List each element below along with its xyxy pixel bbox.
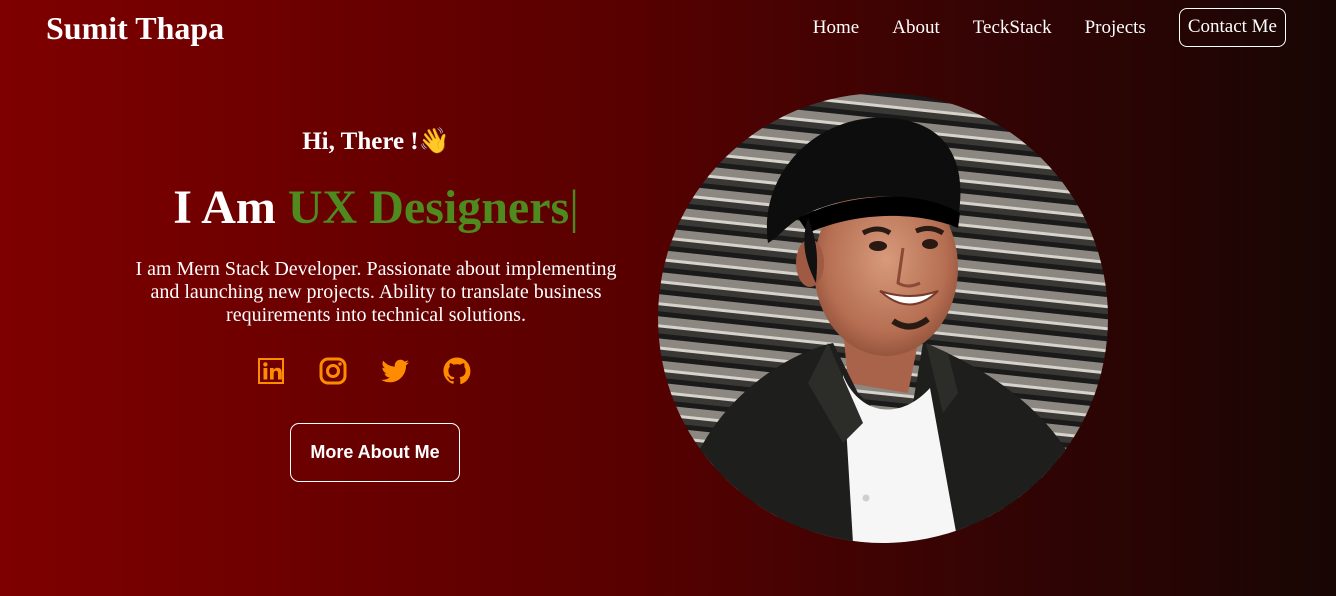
twitter-icon[interactable] [379, 355, 411, 387]
hero-intro: Hi, There !👋 I Am UX Designers| I am Mer… [126, 120, 626, 482]
main-nav: Home About TeckStack Projects Contact Me [780, 8, 1286, 47]
greeting: Hi, There !👋 [126, 120, 626, 164]
headline: I Am UX Designers| [126, 178, 626, 238]
nav-teckstack-link[interactable]: TeckStack [973, 17, 1052, 39]
social-links [101, 355, 626, 387]
greeting-text: Hi, There ! [302, 128, 419, 155]
linkedin-icon[interactable] [255, 355, 287, 387]
github-icon[interactable] [441, 355, 473, 387]
nav-about-link[interactable]: About [892, 17, 940, 39]
profile-photo [658, 93, 1108, 543]
nav-contact-button[interactable]: Contact Me [1178, 8, 1286, 47]
nav-home-link[interactable]: Home [813, 17, 859, 39]
brand-logo[interactable]: Sumit Thapa [46, 8, 224, 48]
waving-hand-emoji: 👋 [418, 128, 450, 155]
headline-prefix: I Am [173, 181, 288, 234]
more-about-me-button[interactable]: More About Me [290, 423, 460, 482]
typing-cursor: | [569, 181, 579, 234]
bio-text: I am Mern Stack Developer. Passionate ab… [135, 258, 617, 326]
headline-role: UX Designers [287, 181, 570, 234]
instagram-icon[interactable] [317, 355, 349, 387]
nav-projects-link[interactable]: Projects [1085, 17, 1146, 39]
